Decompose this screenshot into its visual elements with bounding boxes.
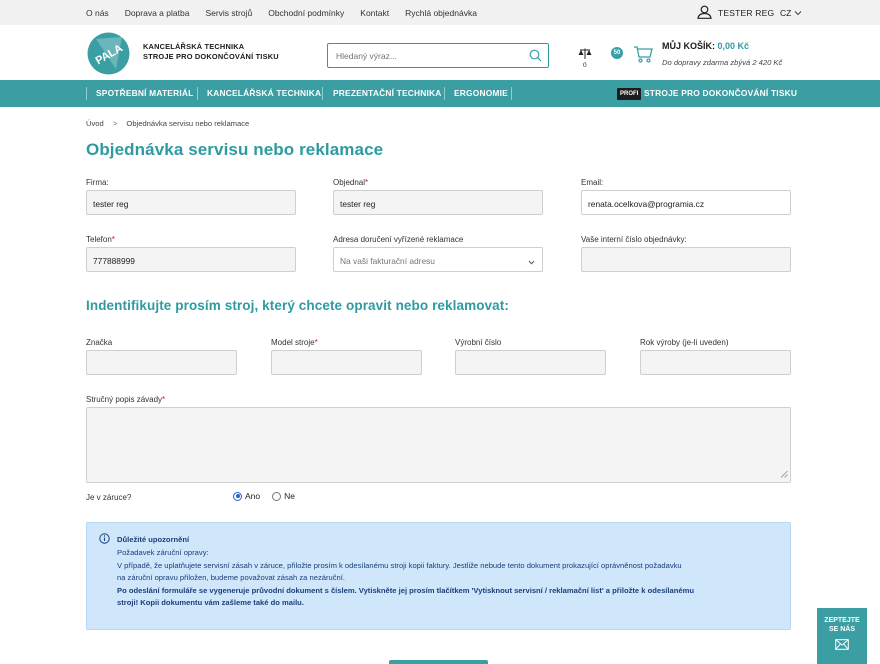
top-link-o-nas[interactable]: O nás xyxy=(86,8,109,18)
email-label: Email: xyxy=(581,178,604,187)
nav-separator xyxy=(511,87,512,100)
ask-line-2: SE NÁS xyxy=(828,626,856,633)
notice-line-3: na záruční opravu přiložen, budeme považ… xyxy=(117,573,345,582)
rok-field[interactable] xyxy=(640,350,791,375)
notice-line-4: Po odeslání formuláře se vygeneruje prův… xyxy=(117,585,694,595)
warranty-radio-ano[interactable] xyxy=(233,491,242,501)
znacka-label: Značka xyxy=(86,338,113,347)
popis-label: Stručný popis závady* xyxy=(86,395,166,404)
breadcrumb-current: Objednávka servisu nebo reklamace xyxy=(126,119,250,128)
email-value: renata.ocelkova@programia.cz xyxy=(588,199,705,209)
nav-separator xyxy=(444,87,445,100)
chevron-down-icon xyxy=(794,8,802,18)
resize-grip-icon[interactable] xyxy=(780,470,788,480)
main-nav: SPOTŘEBNÍ MATERIÁL KANCELÁŘSKÁ TECHNIKA … xyxy=(0,80,880,107)
profi-badge: PROFI xyxy=(617,88,642,100)
vyrobni-field[interactable] xyxy=(455,350,606,375)
nav-item-spotrebni-material[interactable]: SPOTŘEBNÍ MATERIÁL xyxy=(96,80,193,107)
top-link-rychla-objednavka[interactable]: Rychlá objednávka xyxy=(405,8,477,18)
notice-line-5: stroji! Kopii dokumentu vám zašleme také… xyxy=(117,598,304,607)
top-link-doprava[interactable]: Doprava a platba xyxy=(125,8,190,18)
language-select[interactable]: CZ xyxy=(780,0,802,25)
brand-name: KANCELÁŘSKÁ TECHNIKA STROJE PRO DOKONČOV… xyxy=(143,42,279,62)
cart-icon[interactable] xyxy=(633,45,653,65)
popis-textarea[interactable] xyxy=(86,407,791,483)
logo[interactable]: PALA xyxy=(86,31,131,76)
breadcrumb: Úvod > Objednávka servisu nebo reklamace xyxy=(86,119,249,128)
top-link-servis[interactable]: Servis strojů xyxy=(205,8,252,18)
mail-icon xyxy=(817,639,867,653)
email-field[interactable]: renata.ocelkova@programia.cz xyxy=(581,190,791,215)
top-links: O nás Doprava a platba Servis strojů Obc… xyxy=(86,0,493,25)
breadcrumb-separator: > xyxy=(112,119,118,128)
notice-line-1: Požadavek záruční opravy: xyxy=(117,548,209,557)
cart-free-shipping: Do dopravy zdarma zbývá 2 420 Kč xyxy=(662,58,783,67)
nav-separator xyxy=(322,87,323,100)
objednal-label: Objednal* xyxy=(333,178,369,187)
breadcrumb-home[interactable]: Úvod xyxy=(86,119,104,128)
cart-label: MŮJ KOŠÍK: xyxy=(662,41,716,51)
notice-body: Požadavek záruční opravy: V případě, že … xyxy=(117,547,777,610)
top-bar: O nás Doprava a platba Servis strojů Obc… xyxy=(0,0,880,25)
nav-item-ergonomie[interactable]: ERGONOMIE xyxy=(454,80,508,107)
nav-item-kancelarska-technika[interactable]: KANCELÁŘSKÁ TECHNIKA xyxy=(207,80,321,107)
language-code: CZ xyxy=(780,7,792,18)
adresa-label: Adresa doručení vyřízené reklamace xyxy=(333,235,464,244)
logo-icon: PALA xyxy=(87,32,130,75)
notice-title: Důležité upozornění xyxy=(117,535,190,544)
telefon-label: Telefon* xyxy=(86,235,115,244)
firma-value: tester reg xyxy=(93,199,129,209)
badge-50-icon[interactable]: 50 xyxy=(611,47,623,59)
compare-icon[interactable] xyxy=(578,48,592,62)
adresa-select[interactable]: Na vaši fakturační adresu xyxy=(333,247,543,272)
nav-item-prezentacni-technika[interactable]: PREZENTAČNÍ TECHNIKA xyxy=(333,80,442,107)
warranty-radio-group: Ano Ne xyxy=(233,491,295,501)
machine-heading: Indentifikujte prosím stroj, který chcet… xyxy=(86,298,509,313)
warranty-option-ano[interactable]: Ano xyxy=(245,491,260,501)
submit-button[interactable] xyxy=(389,660,488,664)
page-title: Objednávka servisu nebo reklamace xyxy=(86,140,384,159)
ask-us-widget[interactable]: ZEPTEJTE SE NÁS xyxy=(817,608,867,664)
brand-line-2: STROJE PRO DOKONČOVÁNÍ TISKU xyxy=(143,52,279,61)
cart-summary[interactable]: MŮJ KOŠÍK: 0,00 Kč xyxy=(662,41,749,51)
brand-line-1: KANCELÁŘSKÁ TECHNIKA xyxy=(143,42,245,51)
rok-label: Rok výroby (je-li uveden) xyxy=(640,338,729,347)
search-box xyxy=(327,43,549,68)
model-label: Model stroje* xyxy=(271,338,318,347)
ask-line-1: ZEPTEJTE xyxy=(824,617,860,624)
user-name: TESTER REG xyxy=(718,7,775,18)
adresa-value: Na vaši fakturační adresu xyxy=(340,256,435,266)
vyrobni-label: Výrobní číslo xyxy=(455,338,502,347)
compare-count: 0 xyxy=(583,62,587,69)
znacka-field[interactable] xyxy=(86,350,237,375)
user-account[interactable]: TESTER REG xyxy=(697,0,774,25)
nav-separator xyxy=(86,87,87,100)
firma-label: Firma: xyxy=(86,178,109,187)
search-icon[interactable] xyxy=(529,49,542,64)
warranty-label: Je v záruce? xyxy=(86,493,132,502)
cart-price: 0,00 Kč xyxy=(717,41,750,51)
nav-item-stroje-pro-dokoncovani[interactable]: STROJE PRO DOKONČOVÁNÍ TISKU xyxy=(644,80,797,107)
warranty-option-ne[interactable]: Ne xyxy=(284,491,295,501)
top-link-podminky[interactable]: Obchodní podmínky xyxy=(268,8,344,18)
objednal-value: tester reg xyxy=(340,199,376,209)
interni-field[interactable] xyxy=(581,247,791,272)
firma-field[interactable]: tester reg xyxy=(86,190,296,215)
interni-label: Vaše interní číslo objednávky: xyxy=(581,235,687,244)
notice-line-2: V případě, že uplatňujete servisní zásah… xyxy=(117,560,682,570)
top-link-kontakt[interactable]: Kontakt xyxy=(360,8,389,18)
nav-separator xyxy=(197,87,198,100)
telefon-field[interactable]: 777888999 xyxy=(86,247,296,272)
info-icon xyxy=(99,533,110,549)
model-field[interactable] xyxy=(271,350,422,375)
user-icon xyxy=(697,5,712,21)
warranty-radio-ne[interactable] xyxy=(272,491,282,501)
telefon-value: 777888999 xyxy=(93,256,135,266)
objednal-field[interactable]: tester reg xyxy=(333,190,543,215)
search-input[interactable] xyxy=(336,51,526,61)
chevron-down-icon xyxy=(528,257,535,267)
important-notice: Důležité upozornění Požadavek záruční op… xyxy=(86,522,791,630)
